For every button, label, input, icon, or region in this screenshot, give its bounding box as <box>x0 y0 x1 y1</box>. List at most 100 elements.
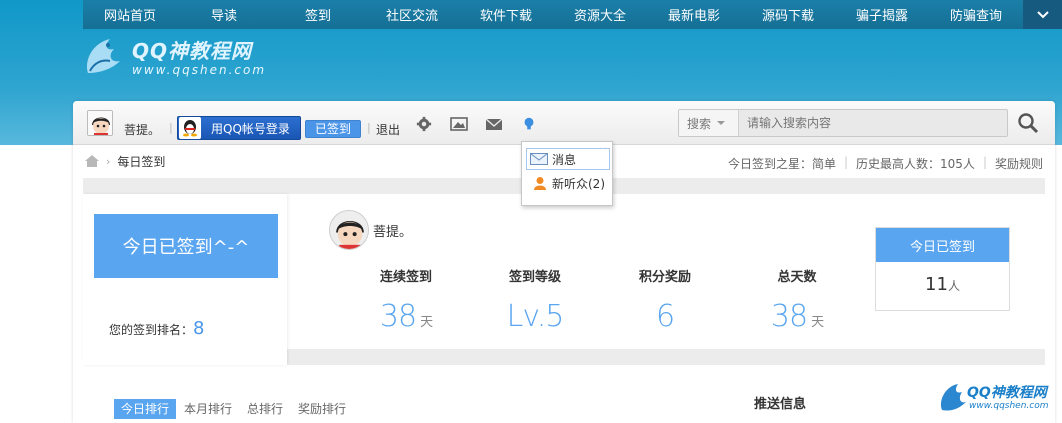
nav-toggle-button[interactable] <box>1023 0 1062 29</box>
nav-link[interactable]: 网站首页 <box>104 5 156 24</box>
nav-item-software[interactable]: 软件下载 <box>459 5 553 24</box>
nav-link[interactable]: 软件下载 <box>480 5 532 24</box>
stats-separator: | <box>982 155 987 169</box>
popover-item-messages[interactable]: 消息 <box>526 148 610 170</box>
nav-link[interactable]: 最新电影 <box>668 5 720 24</box>
user-icon <box>534 177 546 190</box>
nav-item-home[interactable]: 网站首页 <box>83 5 177 24</box>
today-count-row: 11人 <box>876 262 1009 295</box>
logout-link[interactable]: 退出 <box>376 121 400 138</box>
divider-strip <box>287 349 1045 365</box>
tab-month-rank[interactable]: 本月排行 <box>177 399 239 419</box>
nav-link[interactable]: 社区交流 <box>386 5 438 24</box>
metric-level: 签到等级 Lv.5 <box>480 266 590 334</box>
main-card: 菩提。 | 用QQ帐号登录 已签到 | 退出 搜索 请输入搜索内容 消息 新听众… <box>73 101 1055 423</box>
metric-unit: 天 <box>811 315 824 330</box>
user-name: 菩提。 <box>373 225 413 240</box>
gear-icon[interactable] <box>415 116 433 132</box>
dragon-logo-icon <box>86 39 120 73</box>
breadcrumb-arrow-icon: › <box>106 154 111 168</box>
search-icon[interactable] <box>1017 112 1039 134</box>
tab-today-rank[interactable]: 今日排行 <box>114 399 177 419</box>
nav-item-signin[interactable]: 签到 <box>271 5 365 24</box>
reward-rules-link[interactable]: 奖励规则 <box>995 155 1043 172</box>
user-toolbar: 菩提。 | 用QQ帐号登录 已签到 | 退出 搜索 请输入搜索内容 <box>73 101 1055 145</box>
signin-stats: 菩提。 连续签到 38 天 签到等级 Lv.5 积分奖励 6 总天数 38 天 <box>287 194 867 349</box>
nav-item-guide[interactable]: 导读 <box>177 5 271 24</box>
mail-icon[interactable] <box>485 116 503 132</box>
site-logo[interactable]: QQ神教程网 www.qqshen.com <box>80 33 280 83</box>
metric-label: 总天数 <box>777 270 817 285</box>
nav-link[interactable]: 源码下载 <box>762 5 814 24</box>
popover-item-followers[interactable]: 新听众(2) <box>526 172 610 194</box>
logo-url: www.qqshen.com <box>132 63 267 77</box>
metric-label: 积分奖励 <box>638 270 691 285</box>
popover-followers-label: 新听众(2) <box>552 176 605 191</box>
nav-item-source[interactable]: 源码下载 <box>741 5 835 24</box>
metric-value-row: 38 天 <box>742 299 852 334</box>
username[interactable]: 菩提。 <box>124 121 160 138</box>
metric-label: 签到等级 <box>508 270 561 285</box>
popover-messages-label: 消息 <box>552 152 577 167</box>
signed-today-button[interactable]: 今日已签到^-^ <box>94 214 278 278</box>
metric-value: 6 <box>655 299 675 334</box>
home-icon[interactable] <box>85 155 99 167</box>
nav-link[interactable]: 签到 <box>305 5 331 24</box>
qq-login-button[interactable]: 用QQ帐号登录 <box>177 116 301 140</box>
today-count-value: 11 <box>925 274 948 295</box>
ranking-tabs: 今日排行 本月排行 总排行 奖励排行 <box>114 399 353 419</box>
nav-link[interactable]: 防骗查询 <box>950 5 1002 24</box>
breadcrumb: › 每日签到 <box>85 153 165 169</box>
avatar-face-icon <box>88 111 112 135</box>
qq-login-label: 用QQ帐号登录 <box>211 121 290 136</box>
toolbar-separator: | <box>169 121 173 134</box>
metric-total-days: 总天数 38 天 <box>742 266 852 334</box>
nav-link[interactable]: 导读 <box>211 5 237 24</box>
search-bar: 搜索 <box>678 109 1008 137</box>
tab-reward-rank[interactable]: 奖励排行 <box>291 399 353 419</box>
watermark-url: www.qqshen.com <box>969 401 1049 411</box>
sign-stats-summary: 今日签到之星：简单 | 历史最高人数：105人 | 奖励规则 <box>728 155 1043 172</box>
envelope-icon <box>530 153 548 165</box>
nav-link[interactable]: 资源大全 <box>574 5 626 24</box>
metric-consecutive: 连续签到 38 天 <box>351 266 461 334</box>
today-count-box: 今日已签到 11人 <box>875 227 1010 311</box>
search-input[interactable] <box>739 110 999 136</box>
image-icon[interactable] <box>450 116 468 132</box>
watermark-logo: QQ神教程网 www.qqshen.com <box>938 378 1053 418</box>
nav-item-community[interactable]: 社区交流 <box>365 5 459 24</box>
history-record: 历史最高人数：105人 <box>856 157 975 171</box>
search-type-label: 搜索 <box>687 116 712 131</box>
chevron-down-icon <box>1036 10 1049 18</box>
search-type-select[interactable]: 搜索 <box>679 110 739 136</box>
watermark-title: QQ神教程网 <box>967 385 1047 401</box>
rank-label: 您的签到排名： <box>109 323 194 337</box>
nav-item-resources[interactable]: 资源大全 <box>553 5 647 24</box>
caret-down-icon <box>717 121 726 125</box>
nav-item-scam-expose[interactable]: 骗子揭露 <box>835 5 929 24</box>
nav-link[interactable]: 骗子揭露 <box>856 5 908 24</box>
tab-total-rank[interactable]: 总排行 <box>240 399 290 419</box>
metric-points: 积分奖励 6 <box>610 266 720 334</box>
logo-title: QQ神教程网 <box>132 39 253 63</box>
rank-row: 您的签到排名：8 <box>109 318 204 339</box>
avatar-face-icon <box>330 211 368 249</box>
signed-in-badge[interactable]: 已签到 <box>305 120 361 138</box>
avatar[interactable] <box>87 110 113 136</box>
bulb-icon[interactable] <box>520 116 538 132</box>
dragon-logo-icon <box>940 384 966 411</box>
notification-popover: × 消息 新听众(2) <box>521 141 613 206</box>
avatar[interactable] <box>329 210 369 250</box>
today-count-unit: 人 <box>947 279 960 293</box>
stats-separator: | <box>843 155 849 169</box>
metric-label: 连续签到 <box>379 270 432 285</box>
metric-value-row: 38 天 <box>351 299 461 334</box>
nav-item-scam-check[interactable]: 防骗查询 <box>929 5 1023 24</box>
nav-item-movies[interactable]: 最新电影 <box>647 5 741 24</box>
breadcrumb-current[interactable]: 每日签到 <box>117 153 165 170</box>
metric-value: 38 <box>770 299 808 334</box>
signin-left-panel: 今日已签到^-^ 您的签到排名：8 <box>83 194 287 365</box>
push-info-title: 推送信息 <box>754 397 807 412</box>
metric-unit: 天 <box>420 315 433 330</box>
metric-value-row: 6 <box>610 299 720 334</box>
